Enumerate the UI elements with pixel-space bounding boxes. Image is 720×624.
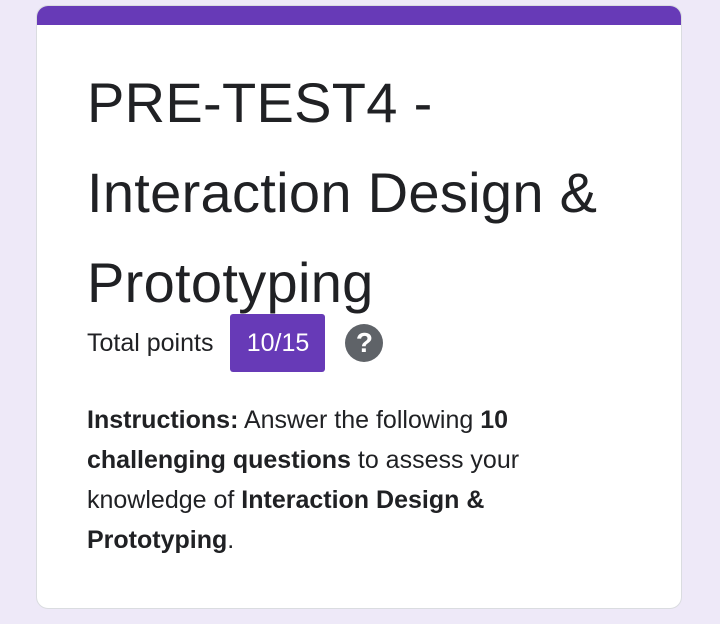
instructions-label: Instructions:: [87, 406, 239, 434]
form-instructions: Instructions: Answer the following 10 ch…: [87, 400, 627, 560]
form-title: PRE-TEST4 - Interaction Design & Prototy…: [87, 71, 598, 314]
instructions-text: .: [227, 526, 235, 554]
instructions-text: Answer the following: [238, 406, 481, 434]
total-points-label: Total points: [87, 328, 214, 357]
help-circle-icon[interactable]: ?: [345, 324, 384, 362]
total-points-row: Total points 10/15 ?: [87, 311, 384, 375]
form-header-card: PRE-TEST4 - Interaction Design & Prototy…: [36, 5, 682, 609]
accent-bar: [37, 6, 681, 25]
score-badge: 10/15: [230, 314, 326, 372]
